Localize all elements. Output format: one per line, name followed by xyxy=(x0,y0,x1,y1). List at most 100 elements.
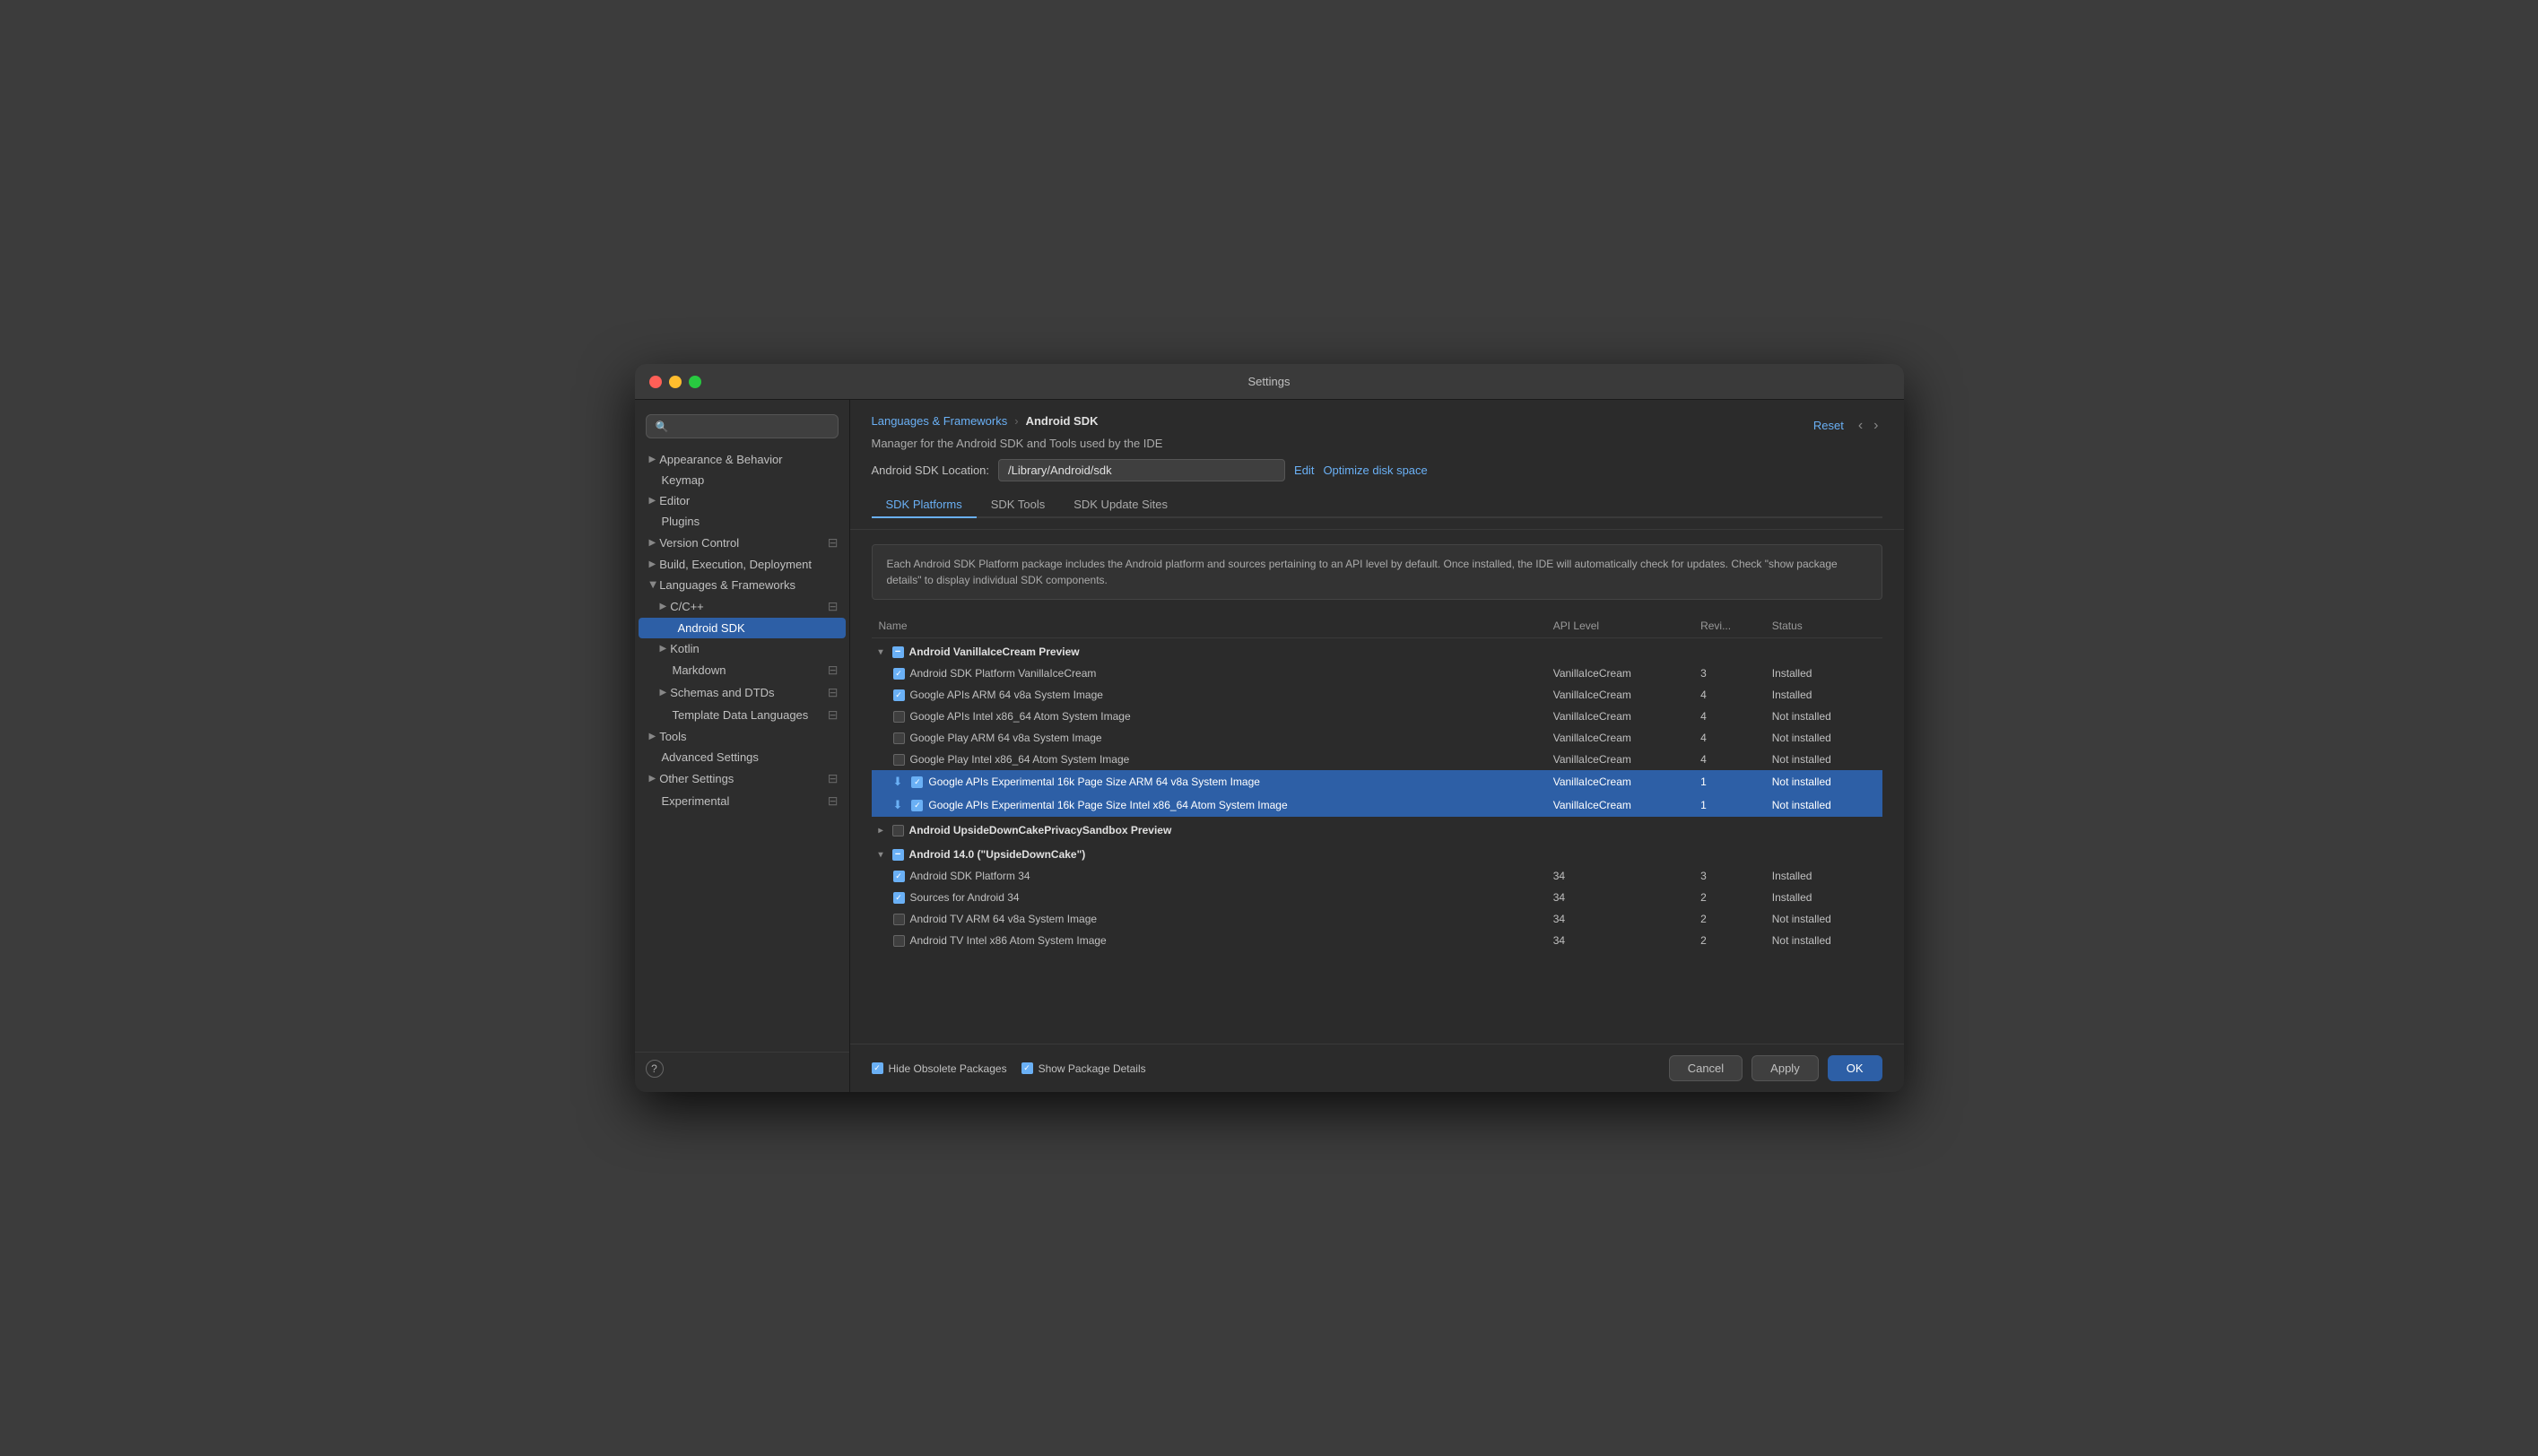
row-checkbox[interactable] xyxy=(893,754,905,766)
edit-icon: ⊟ xyxy=(828,535,839,550)
show-details-checkbox[interactable] xyxy=(1021,1062,1033,1074)
hide-obsolete-label[interactable]: Hide Obsolete Packages xyxy=(872,1062,1007,1075)
row-rev: 1 xyxy=(1693,793,1765,817)
show-details-label[interactable]: Show Package Details xyxy=(1021,1062,1146,1075)
row-checkbox[interactable] xyxy=(911,800,923,811)
row-status: Not installed xyxy=(1765,793,1882,817)
titlebar: Settings xyxy=(635,364,1904,400)
sidebar-bottom: ? xyxy=(635,1052,849,1085)
edit-icon: ⊟ xyxy=(828,599,839,614)
ok-button[interactable]: OK xyxy=(1828,1055,1882,1081)
table-row[interactable]: Android SDK Platform 34343Installed xyxy=(872,865,1882,887)
sidebar-item-appearance[interactable]: ▶ Appearance & Behavior xyxy=(635,449,849,470)
table-row[interactable]: Google Play Intel x86_64 Atom System Ima… xyxy=(872,749,1882,770)
table-row[interactable]: ▾Android 14.0 ("UpsideDownCake") xyxy=(872,841,1882,865)
breadcrumb-row: Languages & Frameworks › Android SDK Res… xyxy=(872,414,1882,437)
edit-button[interactable]: Edit xyxy=(1294,464,1314,477)
row-name: Android SDK Platform 34 xyxy=(910,870,1030,882)
sidebar-item-label: Advanced Settings xyxy=(649,750,759,764)
row-api: VanillaIceCream xyxy=(1546,770,1693,793)
sidebar-item-other[interactable]: ▶ Other Settings ⊟ xyxy=(635,767,849,790)
reset-button[interactable]: Reset xyxy=(1813,419,1844,432)
row-api: VanillaIceCream xyxy=(1546,684,1693,706)
sidebar-item-label: Experimental xyxy=(649,794,730,808)
show-details-text: Show Package Details xyxy=(1039,1062,1146,1075)
row-checkbox[interactable] xyxy=(911,776,923,788)
sidebar-item-markdown[interactable]: Markdown ⊟ xyxy=(635,659,849,681)
chevron-right-icon: ▶ xyxy=(649,538,656,548)
row-api: 34 xyxy=(1546,887,1693,908)
sidebar-item-advanced[interactable]: Advanced Settings xyxy=(635,747,849,767)
chevron-right-icon: ▶ xyxy=(649,559,656,569)
table-row[interactable]: Android SDK Platform VanillaIceCreamVani… xyxy=(872,663,1882,684)
sidebar-item-editor[interactable]: ▶ Editor xyxy=(635,490,849,511)
footer-right: Cancel Apply OK xyxy=(1669,1055,1882,1081)
traffic-lights xyxy=(649,376,701,388)
help-button[interactable]: ? xyxy=(646,1060,664,1078)
table-row[interactable]: Sources for Android 34342Installed xyxy=(872,887,1882,908)
breadcrumb-parent[interactable]: Languages & Frameworks xyxy=(872,414,1008,428)
row-checkbox[interactable] xyxy=(893,914,905,925)
chevron-right-icon: ▶ xyxy=(649,774,656,784)
table-row[interactable]: ⬇Google APIs Experimental 16k Page Size … xyxy=(872,770,1882,793)
edit-icon: ⊟ xyxy=(828,793,839,809)
row-checkbox[interactable] xyxy=(893,668,905,680)
table-row[interactable]: ⬇Google APIs Experimental 16k Page Size … xyxy=(872,793,1882,817)
sidebar-item-plugins[interactable]: Plugins xyxy=(635,511,849,532)
main-layout: 🔍 ▶ Appearance & Behavior Keymap ▶ Edito… xyxy=(635,400,1904,1092)
group-checkbox[interactable] xyxy=(892,825,904,836)
sidebar-item-version-control[interactable]: ▶ Version Control ⊟ xyxy=(635,532,849,554)
tab-sdk-update-sites[interactable]: SDK Update Sites xyxy=(1059,492,1182,518)
sidebar-item-template[interactable]: Template Data Languages ⊟ xyxy=(635,704,849,726)
sdk-location-field[interactable] xyxy=(998,459,1285,481)
table-row[interactable]: ▾Android VanillaIceCream Preview xyxy=(872,638,1882,663)
search-input[interactable] xyxy=(674,420,828,433)
group-name: Android 14.0 ("UpsideDownCake") xyxy=(909,848,1086,861)
tab-sdk-tools[interactable]: SDK Tools xyxy=(977,492,1059,518)
sidebar-item-languages[interactable]: ▶ Languages & Frameworks xyxy=(635,575,849,595)
tab-sdk-platforms[interactable]: SDK Platforms xyxy=(872,492,977,518)
group-checkbox[interactable] xyxy=(892,849,904,861)
row-status: Installed xyxy=(1765,684,1882,706)
sidebar-item-keymap[interactable]: Keymap xyxy=(635,470,849,490)
row-name: Google APIs ARM 64 v8a System Image xyxy=(910,689,1103,701)
optimize-button[interactable]: Optimize disk space xyxy=(1323,464,1427,477)
table-row[interactable]: Android TV Intel x86 Atom System Image34… xyxy=(872,930,1882,951)
nav-forward-button[interactable]: › xyxy=(1870,418,1882,434)
row-checkbox[interactable] xyxy=(893,871,905,882)
nav-arrows: ‹ › xyxy=(1855,418,1882,434)
sidebar-item-schemas[interactable]: ▶ Schemas and DTDs ⊟ xyxy=(635,681,849,704)
minimize-button[interactable] xyxy=(669,376,682,388)
table-row[interactable]: Google APIs Intel x86_64 Atom System Ima… xyxy=(872,706,1882,727)
sidebar-item-android-sdk[interactable]: Android SDK xyxy=(639,618,846,638)
close-button[interactable] xyxy=(649,376,662,388)
sidebar-item-label: Editor xyxy=(659,494,690,507)
row-status: Not installed xyxy=(1765,770,1882,793)
row-api: VanillaIceCream xyxy=(1546,663,1693,684)
row-checkbox[interactable] xyxy=(893,689,905,701)
table-row[interactable]: Google Play ARM 64 v8a System ImageVanil… xyxy=(872,727,1882,749)
search-box[interactable]: 🔍 xyxy=(646,414,839,438)
table-row[interactable]: Android TV ARM 64 v8a System Image342Not… xyxy=(872,908,1882,930)
row-checkbox[interactable] xyxy=(893,711,905,723)
sidebar-item-tools[interactable]: ▶ Tools xyxy=(635,726,849,747)
info-box: Each Android SDK Platform package includ… xyxy=(872,544,1882,600)
group-checkbox[interactable] xyxy=(892,646,904,658)
row-checkbox[interactable] xyxy=(893,935,905,947)
sidebar-item-build[interactable]: ▶ Build, Execution, Deployment xyxy=(635,554,849,575)
nav-back-button[interactable]: ‹ xyxy=(1855,418,1866,434)
sidebar-item-cpp[interactable]: ▶ C/C++ ⊟ xyxy=(635,595,849,618)
sidebar-item-kotlin[interactable]: ▶ Kotlin xyxy=(635,638,849,659)
hide-obsolete-checkbox[interactable] xyxy=(872,1062,883,1074)
table-row[interactable]: Google APIs ARM 64 v8a System Image Vanil… xyxy=(872,684,1882,706)
chevron-right-icon: ▶ xyxy=(660,602,667,611)
table-row[interactable]: ▸Android UpsideDownCakePrivacySandbox Pr… xyxy=(872,817,1882,841)
apply-button[interactable]: Apply xyxy=(1751,1055,1819,1081)
row-checkbox[interactable] xyxy=(893,732,905,744)
cancel-button[interactable]: Cancel xyxy=(1669,1055,1743,1081)
row-checkbox[interactable] xyxy=(893,892,905,904)
row-rev: 4 xyxy=(1693,727,1765,749)
row-status: Installed xyxy=(1765,663,1882,684)
maximize-button[interactable] xyxy=(689,376,701,388)
sidebar-item-experimental[interactable]: Experimental ⊟ xyxy=(635,790,849,812)
